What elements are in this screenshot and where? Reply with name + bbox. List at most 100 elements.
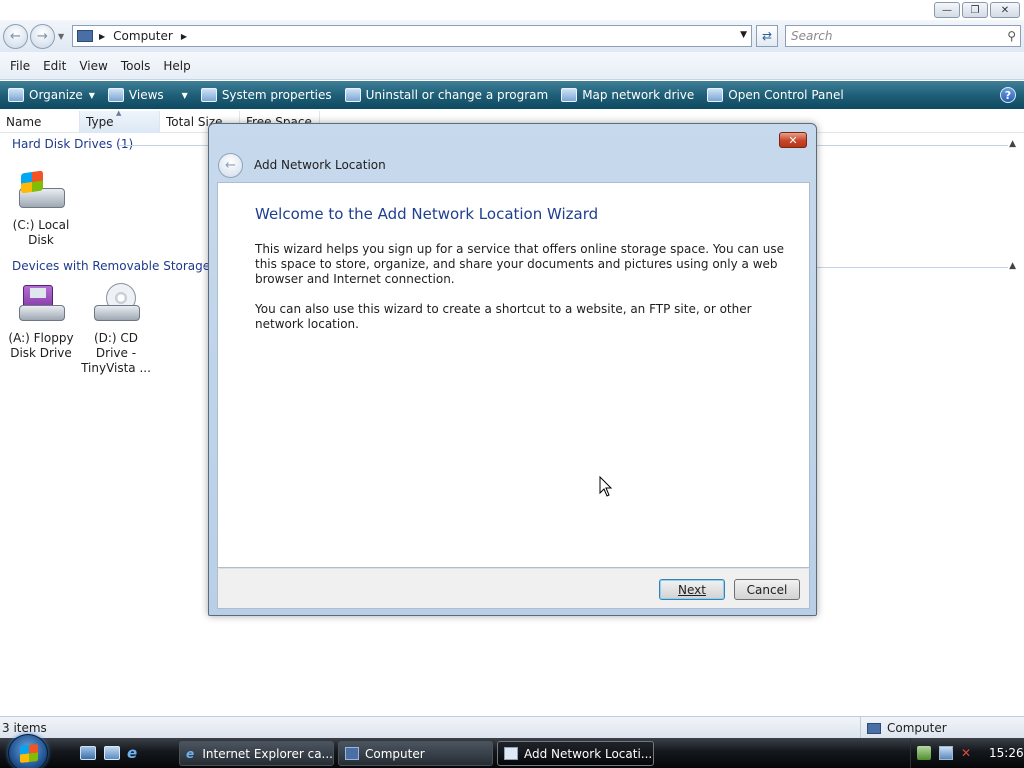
menu-bar: File Edit View Tools Help: [0, 52, 1024, 80]
drive-label: (D:) CD Drive - TinyVista ...: [81, 331, 151, 375]
computer-icon: [345, 747, 359, 760]
windows-logo-icon: [20, 744, 38, 763]
task-label: Internet Explorer ca...: [202, 746, 333, 761]
show-desktop-icon[interactable]: [80, 746, 96, 760]
drive-label: (A:) Floppy Disk Drive: [8, 331, 74, 360]
taskbar-item-add-network-location[interactable]: Add Network Locati...: [497, 741, 654, 766]
drive-c[interactable]: (C:) Local Disk: [5, 170, 77, 248]
dialog-content: Welcome to the Add Network Location Wiza…: [217, 182, 810, 568]
taskbar-item-computer[interactable]: Computer: [338, 741, 493, 766]
start-button[interactable]: [8, 734, 48, 768]
hard-drive-icon: [17, 170, 65, 216]
system-tray: ✕ 15:26: [910, 738, 1024, 768]
forward-button[interactable]: →: [30, 24, 55, 49]
organize-label: Organize: [29, 88, 83, 102]
chevron-down-icon: ▼: [88, 90, 95, 100]
menu-help[interactable]: Help: [163, 59, 190, 73]
help-icon[interactable]: ?: [1000, 87, 1016, 103]
views-button[interactable]: Views ▼: [107, 88, 188, 102]
chevron-right-icon[interactable]: ▶: [181, 32, 187, 41]
collapse-icon[interactable]: ▲: [1009, 139, 1016, 149]
dialog-back-button[interactable]: ←: [218, 153, 243, 178]
status-location-label: Computer: [887, 721, 947, 735]
system-properties-label: System properties: [221, 88, 332, 102]
status-location: Computer: [860, 717, 947, 739]
taskbar: e e Internet Explorer ca... Computer Add…: [0, 734, 1024, 768]
network-drive-icon: [561, 88, 578, 102]
switch-windows-icon[interactable]: [104, 746, 120, 760]
uninstall-program-button[interactable]: Uninstall or change a program: [344, 88, 549, 102]
search-input[interactable]: Search ⚲: [785, 25, 1021, 47]
system-properties-button[interactable]: System properties: [200, 88, 332, 102]
column-header-name[interactable]: Name: [0, 111, 80, 133]
search-placeholder: Search: [791, 29, 833, 43]
organize-icon: [8, 88, 24, 102]
item-count: 3 items: [2, 721, 47, 735]
control-panel-label: Open Control Panel: [728, 88, 844, 102]
cancel-label: Cancel: [746, 582, 788, 597]
computer-icon: [77, 30, 93, 42]
cd-drive-icon: [92, 283, 140, 329]
wizard-heading: Welcome to the Add Network Location Wiza…: [255, 205, 599, 223]
views-label: Views: [128, 88, 164, 102]
status-bar: 3 items Computer: [0, 716, 1024, 739]
internet-explorer-icon[interactable]: e: [127, 746, 143, 761]
map-drive-label: Map network drive: [582, 88, 695, 102]
menu-file[interactable]: File: [10, 59, 30, 73]
network-icon[interactable]: [939, 746, 953, 760]
close-window-button[interactable]: ✕: [990, 2, 1020, 18]
drive-label: (C:) Local Disk: [12, 218, 70, 247]
task-label: Computer: [365, 746, 425, 761]
next-label: Next: [678, 582, 706, 597]
programs-icon: [344, 88, 361, 102]
group-hard-disk-drives[interactable]: Hard Disk Drives (1): [12, 137, 133, 151]
refresh-button[interactable]: ⇄: [756, 25, 778, 47]
next-button[interactable]: Next: [659, 579, 725, 600]
address-bar-area: ← → ▼ ▶ Computer ▶ ▼ ⇄ Search ⚲: [0, 20, 1024, 52]
address-field[interactable]: ▶ Computer ▶ ▼: [72, 25, 752, 47]
cancel-button[interactable]: Cancel: [734, 579, 800, 600]
recent-pages-dropdown-icon[interactable]: ▼: [58, 32, 64, 41]
menu-tools[interactable]: Tools: [121, 59, 151, 73]
map-network-drive-button[interactable]: Map network drive: [561, 88, 694, 102]
mouse-cursor-icon: [599, 476, 613, 497]
back-button[interactable]: ←: [3, 24, 28, 49]
uninstall-label: Uninstall or change a program: [365, 88, 549, 102]
breadcrumb-computer[interactable]: Computer: [113, 29, 173, 43]
task-label: Add Network Locati...: [524, 746, 653, 761]
menu-edit[interactable]: Edit: [43, 59, 66, 73]
volume-muted-icon[interactable]: ✕: [961, 746, 975, 760]
views-icon: [107, 88, 124, 102]
system-properties-icon: [200, 88, 217, 102]
open-control-panel-button[interactable]: Open Control Panel: [707, 88, 844, 102]
menu-view[interactable]: View: [79, 59, 107, 73]
column-header-type[interactable]: ▲ Type: [80, 109, 160, 133]
dialog-footer: Next Cancel: [217, 568, 810, 609]
chevron-right-icon[interactable]: ▶: [99, 32, 105, 41]
command-bar: Organize ▼ Views ▼ System properties Uni…: [0, 81, 1024, 109]
collapse-icon[interactable]: ▲: [1009, 261, 1016, 271]
search-icon[interactable]: ⚲: [1007, 29, 1016, 43]
taskbar-item-internet-explorer[interactable]: e Internet Explorer ca...: [179, 741, 334, 766]
drive-a[interactable]: (A:) Floppy Disk Drive: [5, 283, 77, 361]
clock[interactable]: 15:26: [989, 746, 1024, 760]
wizard-description-2: You can also use this wizard to create a…: [255, 302, 752, 331]
drive-d[interactable]: (D:) CD Drive - TinyVista ...: [80, 283, 152, 376]
security-check-icon[interactable]: [917, 746, 931, 760]
floppy-drive-icon: [17, 283, 65, 329]
dialog-title: Add Network Location: [254, 158, 386, 172]
column-header-type-label: Type: [86, 115, 114, 129]
window-controls: — ❐ ✕: [934, 2, 1020, 18]
maximize-button[interactable]: ❐: [962, 2, 988, 18]
group-removable-storage[interactable]: Devices with Removable Storage (2): [12, 259, 231, 273]
chevron-down-icon[interactable]: ▼: [740, 30, 747, 40]
chevron-down-icon: ▼: [181, 90, 188, 100]
computer-icon: [867, 722, 881, 734]
add-network-location-dialog: ✕ ← Add Network Location Welcome to the …: [208, 123, 817, 616]
minimize-button[interactable]: —: [934, 2, 960, 18]
control-panel-icon: [707, 88, 724, 102]
wizard-description: This wizard helps you sign up for a serv…: [255, 242, 785, 286]
organize-button[interactable]: Organize ▼: [8, 88, 95, 102]
sort-ascending-icon: ▲: [116, 109, 122, 117]
dialog-close-button[interactable]: ✕: [779, 132, 807, 148]
